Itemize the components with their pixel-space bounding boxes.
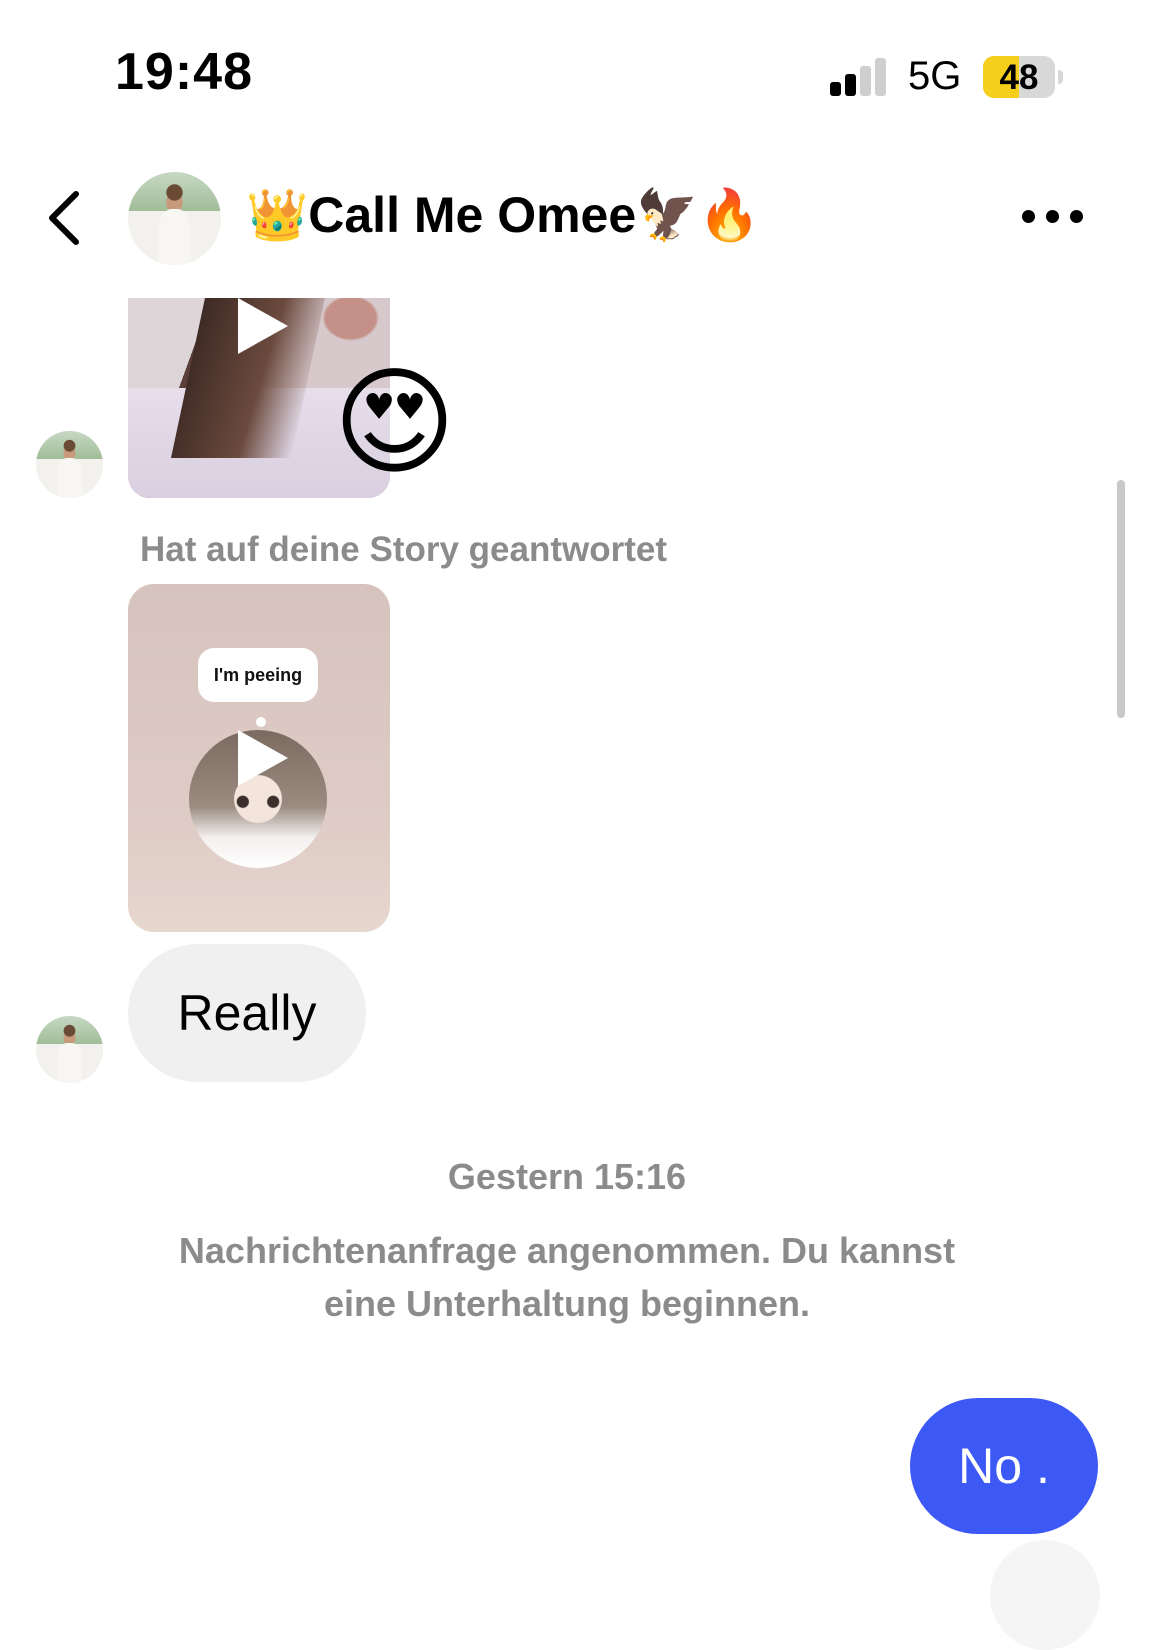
play-icon [238,730,288,786]
signal-strength-icon [830,56,890,96]
request-accepted-notice: Nachrichtenanfrage angenommen. Du kannst… [178,1230,956,1324]
story-preview[interactable]: I'm peeing [128,584,390,932]
play-icon [238,298,288,354]
incoming-message-bubble[interactable]: Really [128,944,366,1082]
contact-avatar[interactable] [128,172,221,265]
story-sticker-text: I'm peeing [198,648,318,702]
battery-tip [1058,70,1063,84]
sender-avatar[interactable] [36,431,103,498]
status-time: 19:48 [115,43,253,101]
outgoing-message-bubble[interactable]: No . [910,1398,1098,1534]
back-button[interactable] [42,188,92,248]
battery-icon: 48 [983,56,1055,98]
scroll-down-button[interactable] [990,1540,1100,1650]
chevron-left-icon [49,191,79,245]
reaction-emoji: 😍 [333,357,457,489]
story-reply-label: Hat auf deine Story geantwortet [140,530,668,569]
more-options-button[interactable] [1022,210,1084,226]
battery-level: 48 [999,58,1039,97]
sender-avatar[interactable] [36,1016,103,1083]
network-type: 5G [908,54,962,98]
contact-name[interactable]: 👑Call Me Omee🦅🔥 [246,186,761,245]
scrollbar[interactable] [1117,480,1125,718]
message-timestamp: Gestern 15:16 [447,1156,687,1197]
